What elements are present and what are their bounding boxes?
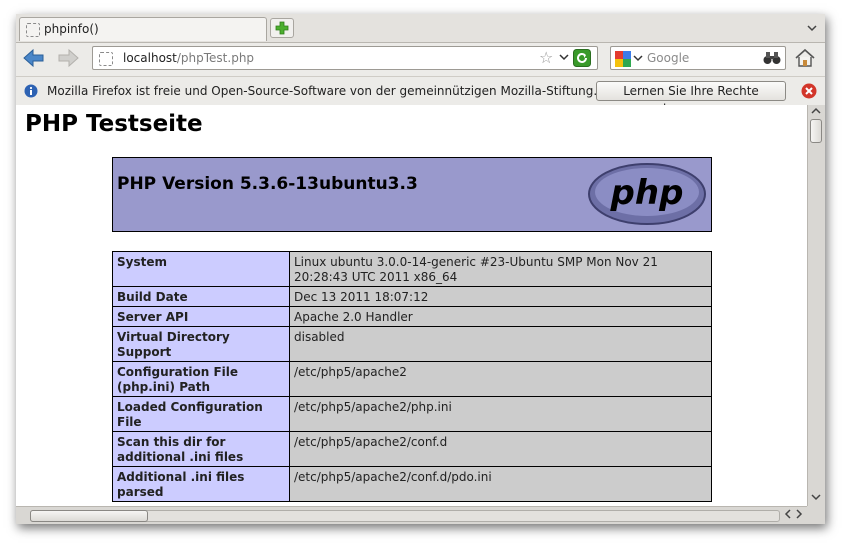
info-key: Configuration File (php.ini) Path bbox=[112, 361, 290, 397]
search-placeholder: Google bbox=[647, 51, 690, 65]
reload-button[interactable] bbox=[573, 49, 591, 70]
php-version: PHP Version 5.3.6-13ubuntu3.3 bbox=[117, 174, 418, 194]
table-row: System Linux ubuntu 3.0.0-14-generic #23-… bbox=[112, 251, 712, 287]
info-value: /etc/php5/apache2/php.ini bbox=[289, 396, 712, 432]
url-bar[interactable]: localhost/phpTest.php ☆ bbox=[92, 46, 598, 70]
back-button[interactable] bbox=[22, 47, 46, 72]
plus-icon bbox=[275, 21, 289, 35]
url-history-dropdown[interactable] bbox=[559, 49, 569, 68]
table-row: Server API Apache 2.0 Handler bbox=[112, 306, 712, 327]
tab-list-button[interactable] bbox=[807, 21, 817, 35]
scrollbar-corner bbox=[807, 506, 825, 524]
vertical-scrollbar[interactable] bbox=[807, 105, 825, 506]
search-engine-dropdown[interactable] bbox=[633, 50, 643, 69]
site-identity-icon bbox=[99, 52, 113, 66]
info-key: Scan this dir for additional .ini files bbox=[112, 431, 290, 467]
page-content: PHP Testseite PHP Version 5.3.6-13ubuntu… bbox=[16, 105, 807, 506]
php-info-table: System Linux ubuntu 3.0.0-14-generic #23-… bbox=[112, 251, 712, 502]
browser-window: phpinfo() localhost/phpTest.php ☆ Google… bbox=[16, 14, 825, 524]
new-tab-button[interactable] bbox=[270, 18, 294, 38]
search-bar[interactable]: Google bbox=[610, 46, 786, 70]
info-value: Dec 13 2011 18:07:12 bbox=[289, 286, 712, 307]
chevron-down-icon bbox=[559, 54, 569, 61]
info-key: Build Date bbox=[112, 286, 290, 307]
scroll-left-icon[interactable] bbox=[784, 508, 792, 522]
learn-rights-button[interactable]: Lernen Sie Ihre Rechte kennen… bbox=[596, 81, 786, 116]
page-title: PHP Testseite bbox=[25, 111, 203, 137]
info-value: /etc/php5/apache2/conf.d bbox=[289, 431, 712, 467]
scroll-down-icon[interactable] bbox=[811, 493, 821, 504]
binoculars-icon[interactable] bbox=[763, 51, 781, 68]
table-row: Virtual Directory Support disabled bbox=[112, 326, 712, 362]
bookmark-star-icon[interactable]: ☆ bbox=[539, 48, 553, 67]
info-value: Apache 2.0 Handler bbox=[289, 306, 712, 327]
tab-phpinfo[interactable]: phpinfo() bbox=[19, 17, 267, 41]
chevron-down-icon bbox=[633, 55, 643, 62]
tab-title: phpinfo() bbox=[44, 22, 99, 36]
forward-button[interactable] bbox=[56, 47, 80, 72]
scroll-right-icon[interactable] bbox=[795, 508, 803, 522]
table-row: Configuration File (php.ini) Path/etc/ph… bbox=[112, 361, 712, 397]
info-icon bbox=[24, 84, 38, 101]
url-text: localhost/phpTest.php bbox=[123, 51, 255, 65]
vertical-scroll-thumb[interactable] bbox=[810, 119, 822, 143]
info-value: /etc/php5/apache2/conf.d/pdo.ini bbox=[289, 466, 712, 502]
notification-bar: Mozilla Firefox ist freie und Open-Sourc… bbox=[16, 76, 825, 116]
forward-arrow-icon bbox=[58, 48, 79, 68]
info-key: Additional .ini files parsed bbox=[112, 466, 290, 502]
horizontal-scroll-thumb[interactable] bbox=[30, 510, 148, 522]
navigation-toolbar: localhost/phpTest.php ☆ Google bbox=[16, 43, 825, 75]
horizontal-scrollbar[interactable] bbox=[16, 506, 807, 524]
table-row: Additional .ini files parsed/etc/php5/ap… bbox=[112, 466, 712, 502]
home-button[interactable] bbox=[794, 47, 816, 72]
table-row: Loaded Configuration File/etc/php5/apach… bbox=[112, 396, 712, 432]
svg-text:php: php bbox=[610, 173, 684, 213]
table-row: Build Date Dec 13 2011 18:07:12 bbox=[112, 286, 712, 307]
notification-message: Mozilla Firefox ist freie und Open-Sourc… bbox=[47, 84, 598, 98]
tab-bar: phpinfo() bbox=[16, 14, 825, 43]
page-favicon-icon bbox=[26, 23, 40, 37]
php-version-header: PHP Version 5.3.6-13ubuntu3.3 php bbox=[112, 157, 712, 232]
reload-icon bbox=[573, 49, 591, 67]
chevron-down-icon bbox=[807, 25, 817, 32]
back-arrow-icon bbox=[23, 48, 44, 68]
table-row: Scan this dir for additional .ini files /… bbox=[112, 431, 712, 467]
close-notification-icon[interactable] bbox=[801, 83, 817, 102]
info-key: Server API bbox=[112, 306, 290, 327]
info-value: disabled bbox=[289, 326, 712, 362]
scroll-up-icon[interactable] bbox=[811, 107, 821, 118]
php-logo: php bbox=[587, 162, 707, 229]
home-icon bbox=[795, 48, 815, 67]
info-value: Linux ubuntu 3.0.0-14-generic #23-Ubuntu… bbox=[289, 251, 712, 287]
info-key: Loaded Configuration File bbox=[112, 396, 290, 432]
info-key: System bbox=[112, 251, 290, 287]
info-key: Virtual Directory Support bbox=[112, 326, 290, 362]
google-engine-icon[interactable] bbox=[615, 51, 631, 70]
info-value: /etc/php5/apache2 bbox=[289, 361, 712, 397]
